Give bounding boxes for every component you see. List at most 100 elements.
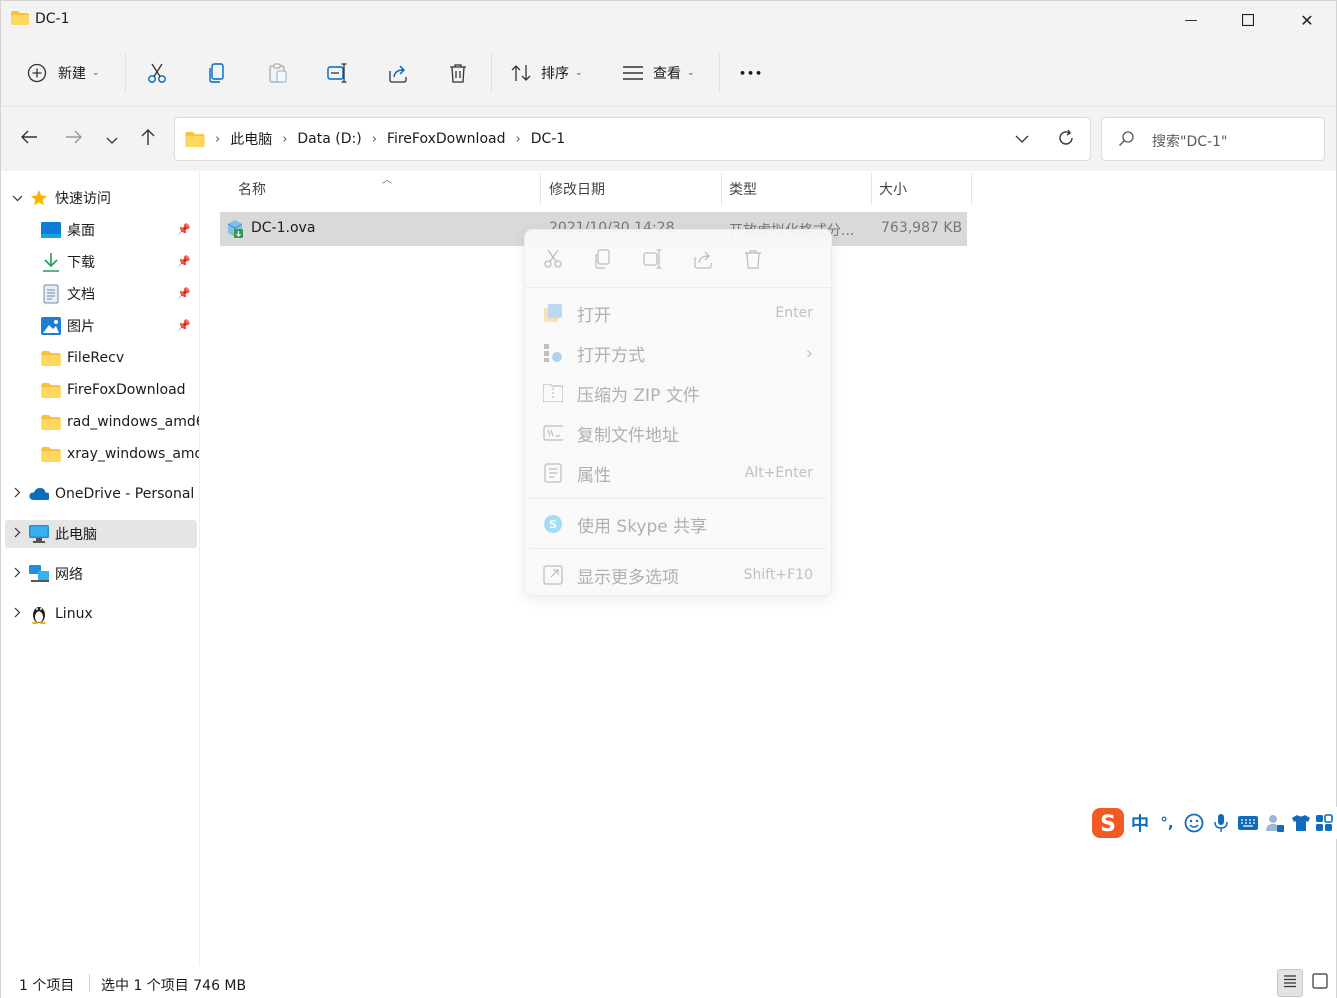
tiles-view-button[interactable] [1307,969,1333,997]
item-count: 1 个项目 [19,978,75,994]
context-menu-shortcut: Shift+F10 [743,567,813,583]
cut-button[interactable] [146,53,168,93]
chevron-right-icon[interactable] [5,567,29,581]
sidebar-item-downloads[interactable]: 下载 📌 [5,248,197,276]
copy-icon[interactable] [592,248,614,270]
pin-icon[interactable]: 📌 [177,255,191,268]
toolbox-grid-icon[interactable] [1314,814,1334,832]
context-menu-properties[interactable]: 属性 Alt+Enter [525,454,831,492]
minimize-button[interactable]: — [1162,1,1220,39]
user-account-icon[interactable] [1262,813,1288,833]
chevron-down-icon[interactable] [5,192,29,205]
sidebar-item-label: 文档 [67,287,95,303]
sidebar-item-xray-windows[interactable]: xray_windows_amd64 [5,440,199,468]
rename-button[interactable] [327,53,349,93]
chevron-right-icon[interactable] [5,607,29,621]
file-explorer-window: DC-1 — ✕ 新建 ⌄ 排序 ⌄ 查看 ⌄ ••• › 此电脑 › Data… [0,0,1337,998]
context-menu-divider [529,548,827,549]
close-button[interactable]: ✕ [1278,1,1336,39]
paste-button[interactable] [267,53,289,93]
context-menu-skype-share[interactable]: S 使用 Skype 共享 [525,505,831,543]
sidebar-item-firefoxdownload[interactable]: FireFoxDownload [5,376,197,404]
ime-mode-toggle[interactable]: 中 [1126,810,1154,836]
new-label: 新建 [58,66,86,82]
pin-icon[interactable]: 📌 [177,319,191,332]
ova-file-icon [225,219,245,243]
emoji-icon[interactable] [1180,813,1208,833]
more-options-button[interactable]: ••• [739,53,763,93]
view-button[interactable]: 查看 ⌄ [622,53,695,93]
share-button[interactable] [387,53,409,93]
column-header-size[interactable]: 大小 [871,171,971,207]
address-history-chevron-icon[interactable] [1015,132,1029,148]
back-button[interactable] [15,125,43,153]
column-header-modified[interactable]: 修改日期 [541,171,721,207]
sidebar-item-pictures[interactable]: 图片 📌 [5,312,197,340]
sidebar-item-label: rad_windows_amd64 [67,414,200,430]
sort-button[interactable]: 排序 ⌄ [510,53,583,93]
sidebar-item-label: xray_windows_amd64 [67,446,199,462]
context-menu-copy-path[interactable]: 复制文件地址 [525,414,831,452]
sidebar-item-quick-access[interactable]: 快速访问 [5,184,197,212]
sidebar-item-desktop[interactable]: 桌面 📌 [5,216,197,244]
zip-folder-icon [543,383,563,403]
separator [719,53,720,93]
scissors-icon[interactable] [542,248,564,270]
address-bar[interactable]: › 此电脑 › Data (D:) › FireFoxDownload › DC… [174,117,1091,161]
desktop-icon [41,221,61,239]
sidebar-item-onedrive[interactable]: OneDrive - Personal [5,480,197,508]
sidebar-item-documents[interactable]: 文档 📌 [5,280,197,308]
sidebar-item-label: OneDrive - Personal [55,486,195,502]
pin-icon[interactable]: 📌 [177,223,191,236]
breadcrumb-this-pc[interactable]: 此电脑 [230,129,272,149]
chevron-right-icon[interactable] [5,527,29,541]
refresh-icon[interactable] [1057,129,1075,151]
up-button[interactable] [134,125,162,153]
download-icon [41,253,61,272]
new-button[interactable]: 新建 ⌄ [27,53,100,93]
context-menu-open[interactable]: 打开 Enter [525,294,831,332]
breadcrumb-dc1[interactable]: DC-1 [531,131,566,147]
linux-penguin-icon [29,605,49,624]
forward-button[interactable] [60,125,88,153]
column-header-name[interactable]: 名称 [230,171,540,207]
breadcrumb-firefoxdownload[interactable]: FireFoxDownload [387,131,506,147]
share-icon[interactable] [692,248,714,270]
sidebar-item-filerecv[interactable]: FileRecv [5,344,197,372]
breadcrumb-data-drive[interactable]: Data (D:) [297,131,361,147]
sidebar-item-network[interactable]: 网络 [5,560,197,588]
window-title: DC-1 [35,11,70,27]
sogou-logo-icon[interactable]: S [1090,807,1126,839]
copy-button[interactable] [207,53,229,93]
sidebar-item-this-pc[interactable]: 此电脑 [5,520,197,548]
sidebar-item-label: 图片 [67,319,95,335]
rename-icon[interactable] [642,248,664,270]
column-divider[interactable] [971,173,972,205]
plus-circle-icon [27,63,47,83]
sidebar-item-linux[interactable]: Linux [5,600,197,628]
maximize-button[interactable] [1219,1,1277,39]
pin-icon[interactable]: 📌 [177,287,191,300]
delete-button[interactable] [447,53,469,93]
search-box[interactable]: 搜索"DC-1" [1101,117,1325,161]
paste-icon [267,62,289,84]
chevron-right-icon[interactable] [5,487,29,501]
context-menu-open-with[interactable]: 打开方式 › [525,334,831,372]
chevron-right-icon: › [282,131,288,147]
microphone-icon[interactable] [1208,813,1234,833]
column-header-type[interactable]: 类型 [721,171,871,207]
ime-punctuation-toggle[interactable]: °, [1154,814,1180,832]
details-view-button[interactable] [1277,969,1303,997]
keyboard-icon[interactable] [1234,815,1262,831]
svg-text:S: S [549,518,557,531]
column-header-label: 大小 [879,182,907,198]
context-menu-label: 使用 Skype 共享 [577,516,708,537]
skin-tshirt-icon[interactable] [1288,814,1314,832]
sidebar-item-rad-windows[interactable]: rad_windows_amd64 [5,408,200,436]
folder-icon [41,413,61,431]
context-menu-compress-zip[interactable]: 压缩为 ZIP 文件 [525,374,831,412]
context-menu-show-more-options[interactable]: 显示更多选项 Shift+F10 [525,556,831,594]
trash-icon[interactable] [742,248,764,270]
folder-icon [41,349,61,367]
recent-locations-button[interactable] [98,125,126,153]
